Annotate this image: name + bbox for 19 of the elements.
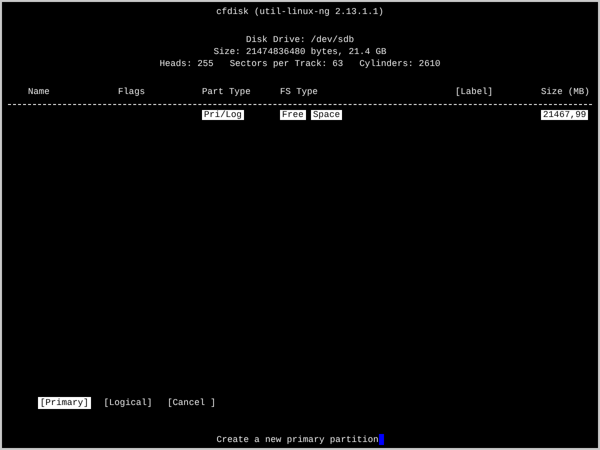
- column-header: Part Type: [202, 86, 252, 98]
- column-header: Name: [28, 86, 51, 98]
- text-cursor: [378, 434, 384, 445]
- disk-info-text: Heads: 255 Sectors per Track: 63 Cylinders: 2610: [160, 59, 440, 69]
- menu-button[interactable]: [Primary]: [38, 397, 91, 409]
- window-title: cfdisk (util-linux-ng 2.13.1.1): [216, 7, 384, 17]
- column-header: Size (MB): [541, 86, 591, 98]
- disk-info-text: Size: 21474836480 bytes, 21.4 GB: [214, 47, 386, 57]
- status-message: Create a new primary partition: [216, 435, 379, 445]
- menu-button[interactable]: [Cancel ]: [165, 397, 218, 409]
- table-cell: Free: [280, 110, 306, 120]
- table-cell: 21467,99: [541, 110, 588, 120]
- table-cell: Space: [311, 110, 342, 120]
- menu-button[interactable]: [Logical]: [102, 397, 154, 409]
- table-cell: Pri/Log: [202, 110, 244, 120]
- column-header: Flags: [118, 86, 146, 98]
- column-header: FS Type: [280, 86, 319, 98]
- column-header: [Label]: [454, 86, 494, 98]
- disk-info-text: Disk Drive: /dev/sdb: [246, 35, 354, 45]
